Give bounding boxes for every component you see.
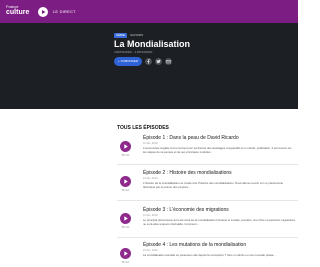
episode-title[interactable]: Épisode 1 : Dans la peau de David Ricard…	[143, 135, 239, 141]
divider	[117, 200, 298, 201]
episode-play-button[interactable]	[120, 141, 131, 152]
share-facebook-button[interactable]	[145, 58, 152, 65]
episode-description: L'histoire de la mondialisation se révèl…	[143, 181, 284, 189]
episode-description: Le principal phénomène qu'a été celui de…	[143, 218, 295, 226]
episode-title[interactable]: Épisode 2 : Histoire des mondialisations	[143, 170, 232, 176]
episode-duration: 58 min	[121, 189, 130, 192]
top-navigation-bar: France culture LE DIRECT	[0, 0, 298, 23]
subscribe-button[interactable]: + S'ABONNER	[114, 57, 142, 66]
facebook-icon	[147, 59, 150, 64]
play-icon	[124, 179, 128, 184]
episode-date: 15 déc. 2019	[143, 249, 158, 252]
episode-duration: 58 min	[121, 226, 130, 229]
play-icon	[124, 216, 128, 221]
episode-date: 12 déc. 2019	[143, 142, 158, 145]
divider	[117, 237, 298, 238]
episode-date: 13 déc. 2019	[143, 177, 158, 180]
series-badge: SÉRIE	[114, 33, 128, 38]
episode-play-button[interactable]	[120, 248, 131, 259]
episode-date: 14 déc. 2019	[143, 214, 158, 217]
share-twitter-button[interactable]	[155, 58, 162, 65]
france-culture-logo[interactable]: France culture	[6, 5, 30, 18]
divider	[117, 164, 298, 165]
logo-line-2: culture	[6, 9, 30, 16]
episode-duration: 58 min	[121, 261, 130, 264]
episode-title[interactable]: Épisode 4 : Les mutations de la mondiali…	[143, 242, 246, 248]
play-icon	[124, 144, 128, 149]
play-icon	[42, 10, 46, 14]
live-label[interactable]: LE DIRECT	[53, 9, 76, 14]
episode-play-button[interactable]	[120, 213, 131, 224]
episode-duration: 58 min	[121, 154, 130, 157]
episode-play-button[interactable]	[120, 176, 131, 187]
live-play-button[interactable]	[38, 7, 48, 17]
episode-description: La mondialisation actuelle se présente-t…	[143, 253, 276, 257]
mail-icon	[166, 60, 171, 64]
share-email-button[interactable]	[165, 58, 172, 65]
show-hero: SÉRIE SAVOIRS La Mondialisation 4 ÉPISOD…	[0, 23, 298, 109]
play-icon	[124, 251, 128, 256]
twitter-icon	[156, 59, 161, 64]
show-actions: + S'ABONNER	[114, 57, 172, 66]
category-link[interactable]: SAVOIRS	[130, 33, 143, 38]
show-subtitle: 4 ÉPISODES · 4 ÉPISODES	[114, 50, 153, 54]
episode-title[interactable]: Épisode 3 : L'économie des migrations	[143, 207, 229, 213]
episode-description: L'économiste anglais connu surtout pour …	[143, 146, 292, 154]
show-title: La Mondialisation	[114, 39, 191, 49]
episodes-section-title: TOUS LES ÉPISODES	[117, 125, 169, 131]
show-tags: SÉRIE SAVOIRS	[114, 33, 143, 38]
